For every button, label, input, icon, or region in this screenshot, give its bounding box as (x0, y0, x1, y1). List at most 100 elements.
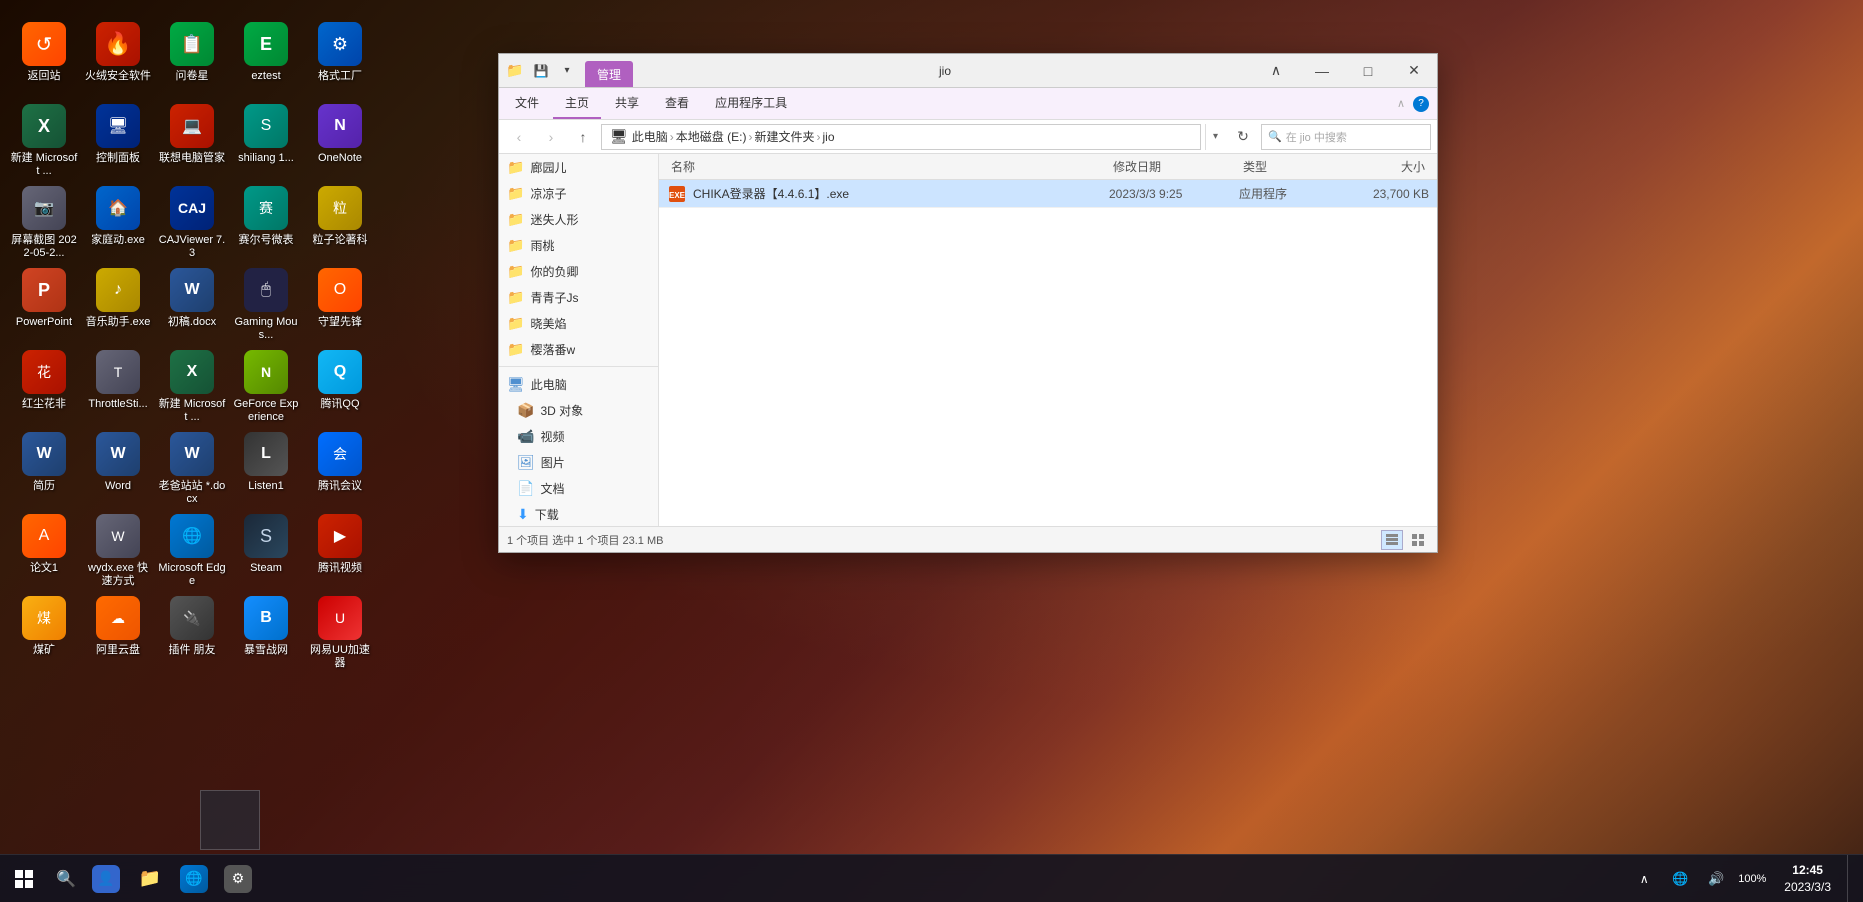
desktop-icon-qq[interactable]: Q 腾讯QQ (304, 346, 376, 426)
sidebar-item-yutao[interactable]: 📁 雨桃 (499, 232, 658, 258)
file-row-chika[interactable]: EXE CHIKA登录器【4.4.6.1】.exe 2023/3/3 9:25 … (659, 180, 1437, 208)
desktop-icon-word[interactable]: W Word (82, 428, 154, 508)
desktop-icon-chugao[interactable]: W 初稿.docx (156, 264, 228, 344)
col-size-header[interactable]: 大小 (1339, 158, 1429, 175)
close-button[interactable]: ✕ (1391, 54, 1437, 88)
sidebar-item-langyuaner[interactable]: 📁 廊园儿 (499, 154, 658, 180)
col-name-header[interactable]: 名称 (667, 158, 1109, 175)
desktop-icon-overwatch[interactable]: O 守望先锋 (304, 264, 376, 344)
path-drive[interactable]: 本地磁盘 (E:) (676, 128, 747, 145)
desktop-icon-tencentvideo[interactable]: ▶ 腾讯视频 (304, 510, 376, 590)
chevron-up-btn[interactable]: ∧ (1253, 54, 1299, 88)
taskbar-search-button[interactable]: 🔍 (48, 855, 84, 902)
path-newfolder[interactable]: 新建文件夹 (754, 128, 814, 145)
desktop-icon-onenote[interactable]: N OneNote (304, 100, 376, 180)
minimize-button[interactable]: — (1299, 54, 1345, 88)
show-desktop-button[interactable] (1847, 855, 1855, 902)
view-largeicon-button[interactable] (1407, 530, 1429, 550)
taskbar-fileexplorer[interactable]: 📁 (128, 855, 172, 902)
sound-icon[interactable]: 🔊 (1700, 855, 1732, 902)
show-hidden-icons[interactable]: ∧ (1628, 855, 1660, 902)
search-box[interactable]: 🔍 在 jio 中搜索 (1261, 124, 1431, 150)
nav-forward-button[interactable]: › (537, 123, 565, 151)
desktop-icon-steam[interactable]: S Steam (230, 510, 302, 590)
desktop-icon-powerpoint[interactable]: P PowerPoint (8, 264, 80, 344)
sidebar-item-pictures[interactable]: 🖼 图片 (499, 449, 658, 475)
start-button[interactable] (0, 855, 48, 902)
sidebar-item-qingqingzi[interactable]: 📁 青青子Js (499, 284, 658, 310)
sidebar-item-thispc[interactable]: 🖥 此电脑 (499, 371, 658, 397)
desktop-icon-blizzard[interactable]: B 暴雪战网 (230, 592, 302, 672)
nav-back-button[interactable]: ‹ (505, 123, 533, 151)
desktop-icon-musicassist[interactable]: ♪ 音乐助手.exe (82, 264, 154, 344)
desktop-icon-plugin[interactable]: 🔌 插件 朋友 (156, 592, 228, 672)
sidebar-item-nidefuluo[interactable]: 📁 你的负卿 (499, 258, 658, 284)
tab-view[interactable]: 查看 (653, 88, 701, 119)
desktop-icon-controlpanel[interactable]: 🖥 控制面板 (82, 100, 154, 180)
desktop-icon-tencentmeet[interactable]: 会 腾讯会议 (304, 428, 376, 508)
desktop-icon-wydx[interactable]: W wydx.exe 快速方式 (82, 510, 154, 590)
ribbon-expand-icon[interactable]: ∧ (1397, 97, 1405, 110)
desktop-icon-alibaba[interactable]: ☁ 阿里云盘 (82, 592, 154, 672)
col-type-header[interactable]: 类型 (1239, 158, 1339, 175)
sidebar-item-yingluo[interactable]: 📁 樱落番w (499, 336, 658, 362)
sidebar-item-videos[interactable]: 📹 视频 (499, 423, 658, 449)
empty-space[interactable] (659, 208, 1437, 508)
desktop-icon-jiatingdong[interactable]: 🏠 家庭动.exe (82, 182, 154, 262)
nav-up-button[interactable]: ↑ (569, 123, 597, 151)
desktop-icon-formatfactory[interactable]: ⚙ 格式工厂 (304, 18, 376, 98)
view-list-button[interactable] (1381, 530, 1403, 550)
taskbar-settings[interactable]: ⚙ (216, 855, 260, 902)
battery-icon[interactable]: 100% (1736, 855, 1768, 902)
taskbar-clock[interactable]: 12:45 2023/3/3 (1772, 855, 1843, 902)
desktop-icon-new-excel2[interactable]: X 新建 Microsoft ... (156, 346, 228, 426)
col-date-header[interactable]: 修改日期 (1109, 158, 1239, 175)
desktop-icon-screenshot[interactable]: 📷 屏幕截图 2022-05-2... (8, 182, 80, 262)
desktop-icon-lizike[interactable]: 粒 粒子论著科 (304, 182, 376, 262)
desktop-icon-lenovo[interactable]: 💻 联想电脑管家 (156, 100, 228, 180)
desktop-icon-huorong[interactable]: 🔥 火绒安全软件 (82, 18, 154, 98)
tab-file[interactable]: 文件 (503, 88, 551, 119)
refresh-button[interactable]: ↻ (1229, 123, 1257, 151)
desktop-icon-eztest[interactable]: E eztest (230, 18, 302, 98)
desktop-icon-meituan[interactable]: 煤 煤矿 (8, 592, 80, 672)
sidebar-item-3dobjects[interactable]: 📦 3D 对象 (499, 397, 658, 423)
desktop-icon-new-excel[interactable]: X 新建 Microsoft ... (8, 100, 80, 180)
desktop-icon-gamingmouse[interactable]: 🖱 Gaming Mous... (230, 264, 302, 344)
maximize-button[interactable]: □ (1345, 54, 1391, 88)
tab-home[interactable]: 主页 (553, 88, 601, 119)
desktop-icon-shiliang[interactable]: S shiliang 1... (230, 100, 302, 180)
desktop-icon-lunwen[interactable]: A 论文1 (8, 510, 80, 590)
desktop-icon-listen1[interactable]: L Listen1 (230, 428, 302, 508)
desktop-icon-jianli[interactable]: W 简历 (8, 428, 80, 508)
desktop-icon-wenjuanxing[interactable]: 📋 问卷星 (156, 18, 228, 98)
tab-apptools[interactable]: 应用程序工具 (703, 88, 799, 119)
sidebar-item-xiaomeiyan[interactable]: 📁 晓美焰 (499, 310, 658, 336)
path-jio[interactable]: jio (822, 130, 834, 144)
path-computer[interactable]: 此电脑 (632, 128, 668, 145)
taskbar-edge[interactable]: 🌐 (172, 855, 216, 902)
desktop-icon-edge[interactable]: 🌐 Microsoft Edge (156, 510, 228, 590)
sidebar-item-downloads[interactable]: ⬇ 下载 (499, 501, 658, 526)
sidebar-item-mishirenxing[interactable]: 📁 迷失人形 (499, 206, 658, 232)
path-dropdown-icon[interactable]: ▾ (1205, 124, 1225, 150)
desktop-icon-saiernum[interactable]: 赛 赛尔号微表 (230, 182, 302, 262)
sidebar-item-documents[interactable]: 📄 文档 (499, 475, 658, 501)
titlebar-floppy-icon[interactable]: 💾 (529, 59, 553, 83)
desktop-icon-cajviewer[interactable]: CAJ CAJViewer 7.3 (156, 182, 228, 262)
tab-share[interactable]: 共享 (603, 88, 651, 119)
titlebar-dropdown-icon[interactable]: ▾ (555, 59, 579, 83)
taskbar-avatar[interactable]: 👤 (84, 855, 128, 902)
network-icon[interactable]: 🌐 (1664, 855, 1696, 902)
desktop-icon-nvidia[interactable]: N GeForce Experience (230, 346, 302, 426)
ribbon-help-icon[interactable]: ? (1413, 96, 1429, 112)
desktop-icon-hongchen[interactable]: 花 红尘花非 (8, 346, 80, 426)
desktop-icon-throttle[interactable]: T ThrottleSti... (82, 346, 154, 426)
address-path[interactable]: 🖥 此电脑 › 本地磁盘 (E:) › 新建文件夹 › jio (601, 124, 1201, 150)
desktop-icon-laobazhan[interactable]: W 老爸站站 *.docx (156, 428, 228, 508)
titlebar-folder-icon[interactable]: 📁 (503, 59, 527, 83)
manage-tab[interactable]: 管理 (585, 61, 633, 87)
desktop-icon-huizhuzhan[interactable]: ↺ 返回站 (8, 18, 80, 98)
desktop-icon-163[interactable]: U 网易UU加速 器 (304, 592, 376, 672)
sidebar-item-liangliangzi[interactable]: 📁 凉凉子 (499, 180, 658, 206)
